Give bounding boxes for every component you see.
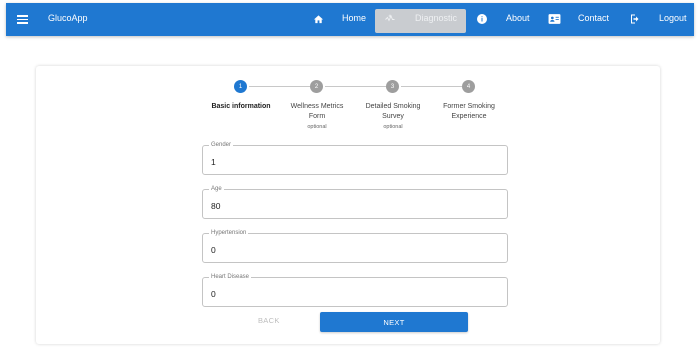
app-brand[interactable]: GlucoApp xyxy=(48,13,88,23)
age-field[interactable]: Age 80 xyxy=(202,185,508,219)
next-button[interactable]: NEXT xyxy=(320,312,468,332)
step-3-optional: optional xyxy=(383,124,403,130)
heart-disease-field-value[interactable]: 0 xyxy=(211,289,216,299)
diagnostic-icon xyxy=(383,12,397,26)
heart-disease-field-label: Heart Disease xyxy=(209,273,252,281)
step-4-label: Former Smoking Experience xyxy=(443,103,495,120)
contact-card-icon[interactable] xyxy=(547,12,561,26)
step-connector xyxy=(249,86,310,87)
gender-field-value[interactable]: 1 xyxy=(211,157,216,167)
nav-home-link[interactable]: Home xyxy=(342,13,366,23)
age-field-label: Age xyxy=(209,185,224,193)
menu-icon[interactable] xyxy=(16,12,30,26)
step-3-label: Detailed Smoking Survey xyxy=(365,103,421,120)
step-2-circle[interactable]: 2 xyxy=(310,80,323,93)
hypertension-field-label: Hypertension xyxy=(209,229,249,237)
step-connector xyxy=(401,86,462,87)
nav-diagnostic-label[interactable]: Diagnostic xyxy=(415,13,457,23)
back-button[interactable]: BACK xyxy=(258,316,280,325)
heart-disease-field[interactable]: Heart Disease 0 xyxy=(202,273,508,307)
step-2-label: Wellness Metrics Form xyxy=(290,103,344,120)
step-3-circle[interactable]: 3 xyxy=(386,80,399,93)
step-2-optional: optional xyxy=(307,124,327,130)
hypertension-field[interactable]: Hypertension 0 xyxy=(202,229,508,263)
nav-about-link[interactable]: About xyxy=(506,13,530,23)
hypertension-field-value[interactable]: 0 xyxy=(211,245,216,255)
age-field-value[interactable]: 80 xyxy=(211,201,220,211)
gender-field-label: Gender xyxy=(209,141,234,149)
gender-field[interactable]: Gender 1 xyxy=(202,141,508,175)
info-icon[interactable] xyxy=(475,12,489,26)
app-bar: GlucoApp Home Diagnostic About Contact L… xyxy=(6,3,694,36)
nav-contact-link[interactable]: Contact xyxy=(578,13,609,23)
nav-logout-link[interactable]: Logout xyxy=(659,13,687,23)
logout-icon[interactable] xyxy=(628,12,642,26)
home-icon[interactable] xyxy=(311,12,325,26)
step-connector xyxy=(325,86,386,87)
step-1-circle[interactable]: 1 xyxy=(234,80,247,93)
step-1-label: Basic information xyxy=(211,103,271,110)
step-4-circle[interactable]: 4 xyxy=(462,80,475,93)
